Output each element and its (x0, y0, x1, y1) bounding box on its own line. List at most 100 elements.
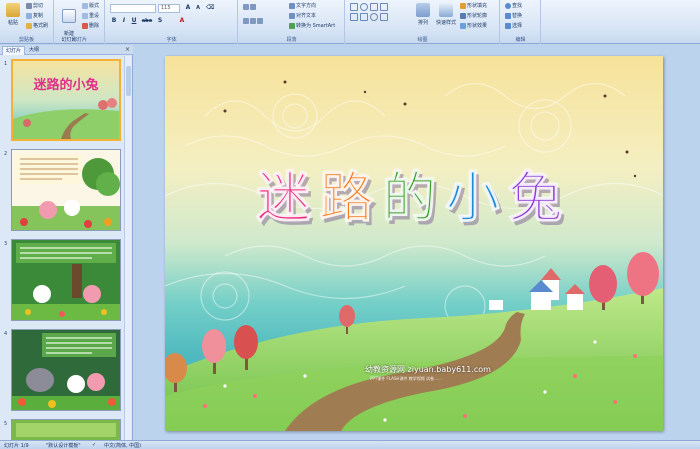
rectangle-shape-icon[interactable] (350, 3, 358, 11)
delete-button[interactable]: 删除 (82, 22, 99, 30)
reset-label: 重设 (89, 13, 100, 19)
align-text-label: 对齐文本 (296, 13, 317, 19)
replace-label: 替换 (512, 13, 523, 19)
tab-outline[interactable]: 大纲 (26, 46, 42, 55)
curve-shape-icon[interactable] (370, 13, 378, 21)
find-button[interactable]: 查找 (505, 2, 522, 10)
star-shape-icon[interactable] (380, 13, 388, 21)
clipboard-group: 粘贴 剪切 复制 格式刷 剪贴板 (0, 0, 54, 44)
thumbnail-number: 4 (4, 331, 8, 337)
align-left-icon (243, 17, 249, 24)
align-center-icon (250, 17, 256, 24)
slide-thumbnail-3[interactable] (11, 239, 121, 321)
scissors-icon (26, 2, 32, 9)
text-direction-button[interactable]: 文字方向 (289, 2, 316, 10)
paste-button[interactable]: 粘贴 (2, 2, 24, 32)
slides-group: 新建 幻灯片 版式 重设 删除 幻灯片 (55, 0, 105, 44)
paint-bucket-icon (460, 2, 466, 9)
select-button[interactable]: 选择 (505, 22, 522, 30)
cursor-icon (505, 22, 511, 29)
brush-icon (26, 22, 32, 29)
smartart-button[interactable]: 转换为 SmartArt (289, 22, 335, 30)
title-char: 路 (319, 166, 383, 230)
language-indicator[interactable]: 中文(简体, 中国) (104, 442, 141, 449)
format-painter-button[interactable]: 格式刷 (26, 22, 48, 30)
thumbnail-5-image (12, 420, 120, 440)
shadow-button[interactable]: S (156, 17, 164, 25)
clear-format-button[interactable]: ⌫ (206, 4, 214, 12)
panel-tabs: 幻灯片 大纲 × (0, 45, 133, 55)
arrange-button[interactable]: 排列 (412, 2, 434, 32)
layout-button[interactable]: 版式 (82, 2, 99, 10)
cut-button[interactable]: 剪切 (26, 2, 43, 10)
shape-effects-button[interactable]: 形状效果 (460, 22, 487, 30)
theme-name: "默认设计模板" (46, 443, 81, 449)
close-icon[interactable]: × (125, 46, 130, 53)
arrow-shape-icon[interactable] (380, 3, 388, 11)
slide-thumbnail-2[interactable] (11, 149, 121, 231)
thumbnail-number: 3 (4, 241, 8, 247)
align-text-button[interactable]: 对齐文本 (289, 12, 316, 20)
copy-button[interactable]: 复制 (26, 12, 43, 20)
find-label: 查找 (512, 3, 523, 9)
smartart-icon (289, 22, 295, 29)
thumbnail-1-title: 迷路的小兔 (32, 77, 98, 93)
slide-title[interactable]: 迷路的小兔 (165, 153, 663, 232)
textbox-shape-icon[interactable] (360, 13, 368, 21)
underline-button[interactable]: U (130, 17, 138, 25)
shape-fill-button[interactable]: 形状填充 (460, 2, 487, 10)
select-label: 选择 (512, 23, 523, 29)
align-text-icon (289, 12, 295, 19)
font-color-button[interactable]: A (178, 17, 186, 25)
drawing-group-label: 绘图 (417, 37, 428, 43)
editing-group-label: 编辑 (515, 37, 526, 43)
thumbnail-2-image (12, 150, 120, 230)
scrollbar-thumb[interactable] (126, 66, 131, 96)
new-slide-button[interactable]: 新建 幻灯片 (57, 2, 81, 43)
slides-panel: 幻灯片 大纲 × 1 迷路的小兔 2 3 4 5 (0, 45, 133, 440)
line-shape-icon[interactable] (370, 3, 378, 11)
shrink-font-button[interactable]: A (194, 4, 202, 12)
thumbnail-scrollbar[interactable] (124, 56, 131, 440)
font-size-field[interactable]: 115 (158, 4, 180, 13)
quick-styles-icon (439, 3, 453, 17)
text-direction-label: 文字方向 (296, 3, 317, 9)
quick-styles-button[interactable]: 快速样式 (434, 2, 458, 32)
bullets-button[interactable] (243, 3, 257, 11)
pen-icon (460, 12, 466, 19)
thumbnail-4-image (12, 330, 120, 410)
oval-shape-icon[interactable] (360, 3, 368, 11)
paste-icon (6, 3, 20, 17)
clipboard-group-label: 剪贴板 (18, 37, 34, 43)
binoculars-icon (505, 2, 511, 9)
paragraph-group-label: 段落 (286, 37, 297, 43)
slide-thumbnail-4[interactable] (11, 329, 121, 411)
shape-fill-label: 形状填充 (467, 3, 488, 9)
grow-font-button[interactable]: A (184, 4, 192, 12)
layout-label: 版式 (89, 3, 100, 9)
strikethrough-button[interactable]: abe (140, 17, 154, 25)
italic-button[interactable]: I (120, 17, 128, 25)
reset-button[interactable]: 重设 (82, 12, 99, 20)
slide-thumbnail-5[interactable] (11, 419, 121, 440)
title-char: 小 (445, 166, 509, 230)
watermark-subtitle: PPT课件 FLASH课件 教学视频 试卷…… (370, 376, 442, 381)
shape-outline-button[interactable]: 形状轮廓 (460, 12, 487, 20)
align-buttons[interactable] (243, 17, 264, 25)
slide-1[interactable]: 迷路的小兔 幼教资源网 ziyuan.baby611.com PPT课件 FLA… (165, 56, 663, 431)
font-group: 115 A A ⌫ B I U abe S A 字体 (106, 0, 238, 44)
title-char: 的 (382, 166, 446, 230)
numbering-icon (250, 3, 256, 10)
font-name-field[interactable] (110, 4, 156, 13)
arrange-icon (416, 3, 430, 17)
delete-label: 删除 (89, 23, 100, 29)
slide-thumbnail-1[interactable]: 迷路的小兔 (11, 59, 121, 141)
bold-button[interactable]: B (110, 17, 118, 25)
replace-button[interactable]: 替换 (505, 12, 522, 20)
tab-slides[interactable]: 幻灯片 (2, 46, 26, 55)
arrange-label: 排列 (417, 20, 428, 26)
shape-effects-label: 形状效果 (467, 23, 488, 29)
triangle-shape-icon[interactable] (350, 13, 358, 21)
spellcheck-icon[interactable]: ✓ (92, 442, 96, 448)
shape-outline-label: 形状轮廓 (467, 13, 488, 19)
